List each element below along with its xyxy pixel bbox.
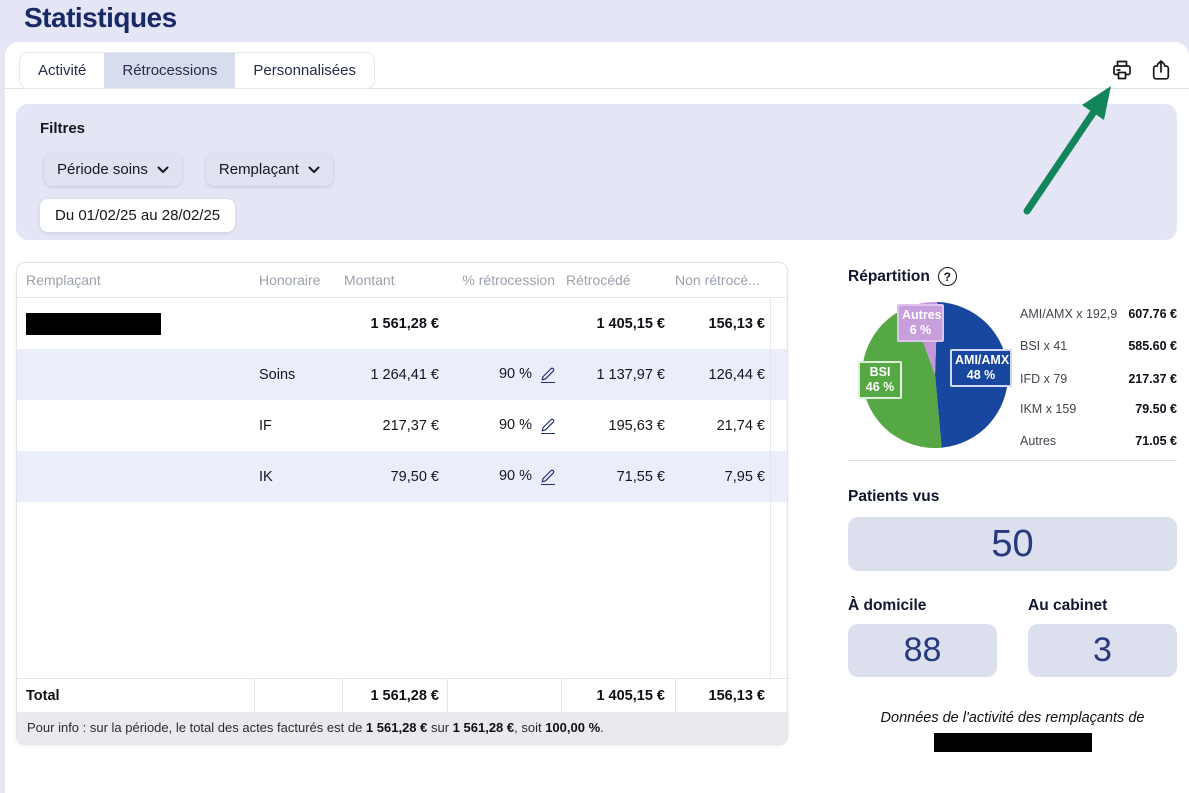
filter-periode-soins[interactable]: Période soins (44, 153, 182, 186)
date-range-button[interactable]: Du 01/02/25 au 28/02/25 (40, 199, 235, 232)
edit-pct-button[interactable] (541, 469, 555, 485)
question-mark-icon[interactable]: ? (938, 267, 957, 286)
edit-pct-button[interactable] (541, 418, 555, 434)
content-sheet: Activité Rétrocessions Personnalisées Fi… (5, 42, 1189, 793)
chevron-down-icon (308, 166, 320, 174)
col-remplacant: Remplaçant (17, 272, 254, 288)
montant-value: 1 264,41 € (342, 367, 447, 383)
pencil-icon (541, 469, 555, 483)
honoraire-label: IF (254, 418, 342, 434)
col-honoraire: Honoraire (254, 272, 342, 288)
filter-remplacant-label: Remplaçant (219, 161, 299, 178)
montant-value: 79,50 € (342, 469, 447, 485)
legend-item: BSI x 41585.60 € (1020, 336, 1177, 356)
top-band: Statistiques (0, 0, 1189, 42)
col-retrocede: Rétrocédé (561, 272, 675, 288)
total-non-retrocede: 156,13 € (675, 679, 771, 712)
right-column: Répartition ? Autres 6 % BSI 46 % AMI/AM… (848, 262, 1177, 752)
legend-item: IKM x 15979.50 € (1020, 399, 1177, 419)
retrocessions-table: Remplaçant Honoraire Montant % rétrocess… (16, 262, 788, 745)
a-domicile-value: 88 (848, 624, 997, 677)
page-title: Statistiques (24, 2, 177, 34)
repartition-chart: Autres 6 % BSI 46 % AMI/AMX 48 % AMI/AMX… (848, 295, 1177, 460)
summary-non-retrocede: 156,13 € (675, 316, 771, 332)
pct-value: 90 % (499, 366, 532, 382)
col-montant: Montant (342, 272, 447, 288)
legend-item: IFD x 79217.37 € (1020, 369, 1177, 389)
summary-retrocede: 1 405,15 € (561, 316, 675, 332)
col-non-retrocede: Non rétrocé... (675, 272, 771, 288)
total-label: Total (17, 679, 254, 712)
patients-vus-title: Patients vus (848, 488, 1177, 506)
table-total-row: Total 1 561,28 € 1 405,15 € 156,13 € (17, 678, 787, 712)
repartition-title: Répartition (848, 268, 930, 286)
section-divider (848, 460, 1177, 461)
non-retrocede-value: 126,44 € (675, 367, 771, 383)
honoraire-label: IK (254, 469, 342, 485)
tab-activite[interactable]: Activité (20, 53, 104, 88)
legend-item: AMI/AMX x 192,9607.76 € (1020, 304, 1177, 324)
chevron-down-icon (157, 166, 169, 174)
patients-vus-value: 50 (848, 517, 1177, 571)
legend-item: Autres71.05 € (1020, 431, 1177, 451)
au-cabinet-value: 3 (1028, 624, 1177, 677)
table-row-if: IF 217,37 € 90 % 195,63 € 21,74 € (17, 400, 787, 451)
footer-note: Données de l'activité des remplaçants de (848, 710, 1177, 726)
redacted-practitioner-name (934, 733, 1092, 752)
table-scrollbar[interactable] (770, 298, 771, 678)
retrocede-value: 71,55 € (561, 469, 675, 485)
honoraire-label: Soins (254, 367, 342, 383)
table-row-summary: 1 561,28 € 1 405,15 € 156,13 € (17, 298, 787, 349)
non-retrocede-value: 7,95 € (675, 469, 771, 485)
montant-value: 217,37 € (342, 418, 447, 434)
col-pct-retrocession: % rétrocession (447, 272, 561, 288)
edit-pct-button[interactable] (541, 367, 555, 383)
filter-remplacant[interactable]: Remplaçant (206, 153, 333, 186)
filters-panel: Filtres Période soins Remplaçant Du 01/0… (16, 104, 1177, 240)
tab-personnalisees[interactable]: Personnalisées (235, 53, 374, 88)
pie-label-autres: Autres 6 % (897, 304, 944, 342)
pencil-icon (541, 418, 555, 432)
table-footnote: Pour info : sur la période, le total des… (17, 712, 787, 744)
filter-periode-soins-label: Période soins (57, 161, 148, 178)
stats-tabs: Activité Rétrocessions Personnalisées (19, 52, 375, 89)
filters-title: Filtres (40, 120, 1177, 137)
pct-value: 90 % (499, 417, 532, 433)
share-icon[interactable] (1149, 58, 1173, 82)
tab-retrocessions[interactable]: Rétrocessions (104, 53, 235, 88)
pie-label-ami-amx: AMI/AMX 48 % (950, 349, 1012, 387)
a-domicile-label: À domicile (848, 597, 997, 615)
printer-icon[interactable] (1110, 58, 1134, 82)
redacted-remplacant-name (26, 313, 161, 335)
table-row-ik: IK 79,50 € 90 % 71,55 € 7,95 € (17, 451, 787, 502)
au-cabinet-label: Au cabinet (1028, 597, 1177, 615)
retrocede-value: 1 137,97 € (561, 367, 675, 383)
pencil-icon (541, 367, 555, 381)
retrocede-value: 195,63 € (561, 418, 675, 434)
pie-label-bsi: BSI 46 % (858, 361, 902, 399)
table-header: Remplaçant Honoraire Montant % rétrocess… (17, 263, 787, 298)
total-retrocede: 1 405,15 € (561, 679, 675, 712)
summary-montant: 1 561,28 € (342, 316, 447, 332)
toolbar (1110, 58, 1173, 82)
table-row-soins: Soins 1 264,41 € 90 % 1 137,97 € 126,44 … (17, 349, 787, 400)
total-montant: 1 561,28 € (342, 679, 447, 712)
pct-value: 90 % (499, 468, 532, 484)
non-retrocede-value: 21,74 € (675, 418, 771, 434)
